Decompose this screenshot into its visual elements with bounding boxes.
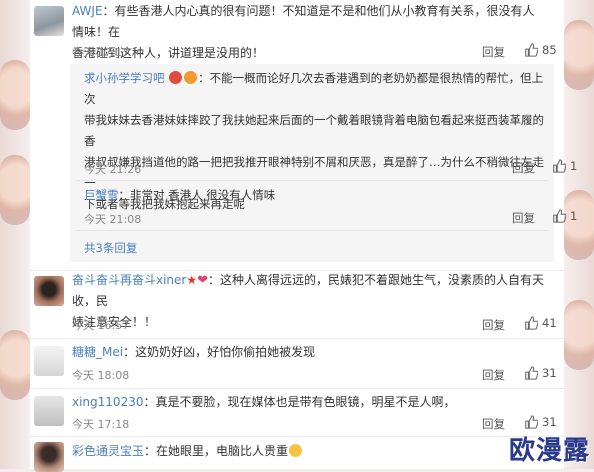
heart-icon: ❤ [197, 273, 209, 288]
comment-username[interactable]: 彩色通灵宝玉 [72, 444, 144, 458]
comment-item: xing110230：真是不要脸，现在媒体也是带有色眼镜，明星不是人啊， 今天 … [30, 388, 564, 436]
reply-button[interactable]: 回复 [512, 210, 535, 226]
star-icon: ★ [186, 273, 198, 287]
user-avatar[interactable] [34, 396, 64, 426]
comment-item: AWJE：有些香港人内心真的很有问题！不知道是不是和他们从小教育有关系，很没有人… [30, 0, 577, 270]
like-button[interactable]: 31 [524, 366, 557, 380]
reply-username[interactable]: 求小孙学学习吧 [84, 71, 165, 85]
background-face-image [0, 60, 30, 130]
comment-timestamp: 今天 17:18 [72, 418, 130, 431]
like-button[interactable]: 1 [552, 159, 577, 173]
comment-text: 彩色通灵宝玉：在她眼里，电脑比人贵重 [72, 441, 546, 462]
reply-button[interactable]: 回复 [482, 416, 505, 432]
background-face-image [0, 330, 30, 400]
background-face-image [564, 20, 594, 90]
user-avatar[interactable] [34, 6, 64, 36]
comment-text: xing110230：真是不要脸，现在媒体也是带有色眼镜，明星不是人啊， [72, 395, 456, 409]
reply-thread: 求小孙学学习吧 ：不能一概而论好几次去香港遇到的老奶奶都是很热情的帮忙，但上次 … [70, 64, 577, 262]
view-more-replies-link[interactable]: 共3条回复 [84, 240, 137, 256]
user-avatar[interactable] [34, 276, 64, 306]
thumbs-up-icon [525, 43, 538, 57]
thumbs-up-icon [525, 366, 538, 380]
like-count: 85 [542, 43, 557, 57]
watermark-logo: 欧漫露 [508, 436, 590, 466]
divider [76, 230, 548, 231]
like-button[interactable]: 31 [524, 415, 557, 429]
comment-timestamp: 今天 17:17 [72, 46, 130, 59]
background-face-image [0, 155, 30, 225]
reply-text: 巨蟹雪：非常对 香港人 很没有人情味 [84, 188, 276, 202]
thumbs-up-icon [525, 316, 538, 330]
like-count: 1 [570, 209, 578, 223]
comment-text: AWJE：有些香港人内心真的很有问题！不知道是不是和他们从小教育有关系，很没有人… [72, 4, 535, 60]
comment-username[interactable]: 奋斗奋斗再奋斗xiner [72, 273, 186, 287]
emoji-icon [184, 71, 198, 84]
comment-item: 奋斗奋斗再奋斗xiner★❤：这种人离得远远的，民婊犯不着跟她生气，没素质的人自… [30, 270, 564, 338]
like-count: 31 [542, 415, 557, 429]
comment-username[interactable]: AWJE [72, 4, 103, 18]
thumbs-up-icon [553, 159, 566, 173]
smiley-emoji-icon [289, 444, 303, 457]
like-button[interactable]: 41 [524, 316, 557, 330]
like-button[interactable]: 1 [552, 209, 577, 223]
comment-timestamp: 今天 16:57 [72, 319, 130, 332]
background-face-image [564, 190, 594, 260]
comment-username[interactable]: 糖糖_Mei [72, 345, 123, 359]
emoji-icon [169, 71, 183, 84]
reply-button[interactable]: 回复 [482, 367, 505, 383]
comment-timestamp: 今天 18:08 [72, 369, 130, 382]
divider [76, 180, 548, 181]
left-background-strip [0, 0, 30, 469]
like-count: 1 [570, 159, 578, 173]
comment-item: 彩色通灵宝玉：在她眼里，电脑比人贵重 [30, 436, 564, 472]
user-avatar[interactable] [34, 442, 64, 472]
reply-button[interactable]: 回复 [482, 317, 505, 333]
like-button[interactable]: 85 [524, 43, 557, 57]
reply-timestamp: 今天 21:26 [84, 163, 142, 176]
comment-username[interactable]: xing110230 [72, 395, 143, 409]
reply-timestamp: 今天 21:08 [84, 213, 142, 226]
right-background-strip [564, 0, 594, 469]
reply-button[interactable]: 回复 [482, 44, 505, 60]
thumbs-up-icon [525, 415, 538, 429]
reply-button[interactable]: 回复 [512, 160, 535, 176]
comment-item: 糖糖_Mei：这奶奶好凶，好怕你偷拍她被发现 今天 18:08 回复 31 [30, 338, 564, 388]
comment-text: 糖糖_Mei：这奶奶好凶，好怕你偷拍她被发现 [72, 345, 316, 359]
user-avatar[interactable] [34, 346, 64, 376]
thumbs-up-icon [553, 209, 566, 223]
like-count: 41 [542, 316, 557, 330]
like-count: 31 [542, 366, 557, 380]
comment-panel: AWJE：有些香港人内心真的很有问题！不知道是不是和他们从小教育有关系，很没有人… [30, 0, 577, 472]
reply-username[interactable]: 巨蟹雪 [84, 188, 119, 202]
comment-text: 奋斗奋斗再奋斗xiner★❤：这种人离得远远的，民婊犯不着跟她生气，没素质的人自… [72, 273, 545, 329]
background-face-image [564, 300, 594, 370]
